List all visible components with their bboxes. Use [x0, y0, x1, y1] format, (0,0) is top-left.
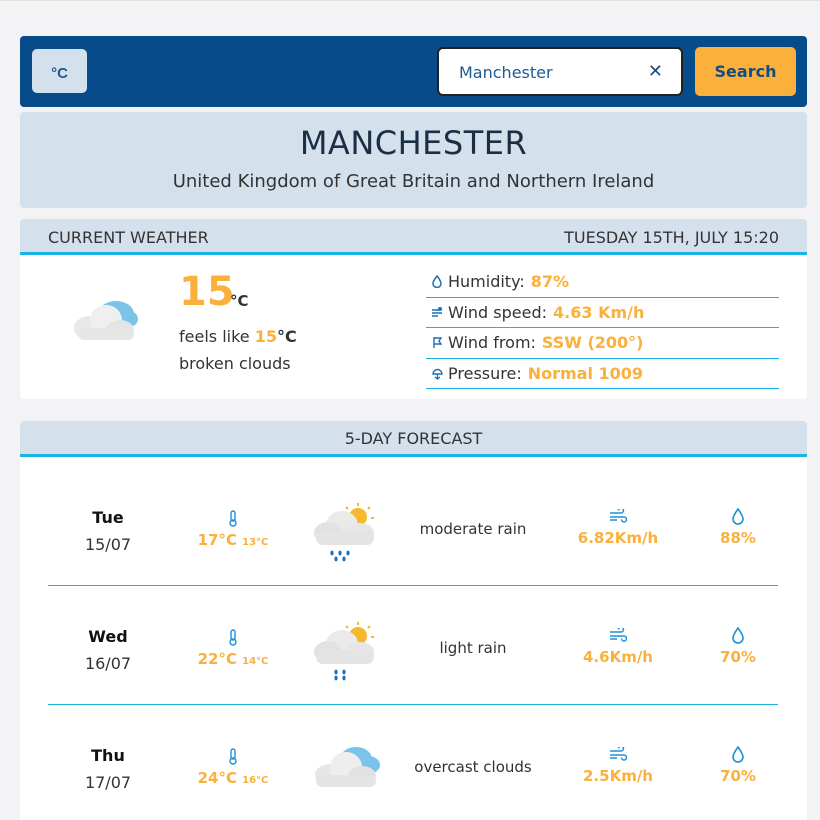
- forecast-date: 16/07: [84, 654, 132, 673]
- humidity-row: Humidity: 87%: [426, 267, 779, 298]
- wind-speed-label: Wind speed:: [448, 302, 548, 322]
- forecast-row: Thu 17/07 24°C 16°C overcast clouds 2.5K…: [48, 705, 778, 820]
- country-name: United Kingdom of Great Britain and Nort…: [172, 171, 655, 192]
- wind-direction-label: Wind from:: [448, 333, 536, 353]
- humidity-icon: [698, 507, 778, 528]
- wind-icon: [568, 626, 668, 647]
- forecast-wind: 4.6Km/h: [568, 626, 668, 666]
- forecast-humidity: 88%: [698, 507, 778, 547]
- forecast-low: 16°C: [242, 775, 269, 786]
- forecast-row: Wed 16/07 22°C 14°C light rain 4.6Km/h 7…: [48, 586, 778, 705]
- forecast-humidity: 70%: [698, 745, 778, 785]
- forecast-high: 24°C: [197, 769, 238, 787]
- humidity-icon: [428, 275, 446, 289]
- top-divider: [0, 0, 820, 1]
- forecast-wind-value: 6.82Km/h: [577, 529, 659, 547]
- feels-like-label: feels like: [179, 327, 255, 346]
- forecast-description: light rain: [439, 639, 507, 657]
- clear-icon[interactable]: ✕: [648, 61, 663, 82]
- forecast-description: moderate rain: [419, 520, 527, 538]
- wind-speed-row: Wind speed: 4.63 Km/h: [426, 298, 779, 328]
- current-weather-title: CURRENT WEATHER: [48, 228, 209, 247]
- rain-sun-cloud-icon: [314, 622, 374, 681]
- forecast-wind: 6.82Km/h: [568, 507, 668, 547]
- humidity-label: Humidity:: [448, 272, 525, 292]
- humidity-icon: [698, 745, 778, 766]
- search-input[interactable]: [459, 61, 639, 83]
- wind-direction-row: Wind from: SSW (200°): [426, 328, 779, 359]
- pressure-icon: [428, 367, 446, 380]
- forecast-humidity-value: 88%: [720, 529, 756, 547]
- current-weather-card: CURRENT WEATHER TUESDAY 15TH, JULY 15:20…: [20, 219, 807, 399]
- overcast-clouds-icon: [315, 747, 380, 787]
- weather-details: Humidity: 87% Wind speed: 4.63 Km/h Wind…: [426, 267, 779, 389]
- humidity-value: 87%: [530, 272, 570, 292]
- forecast-temperature: 17°C 13°C: [188, 510, 278, 549]
- forecast-high: 22°C: [197, 650, 238, 668]
- pressure-row: Pressure: Normal 1009: [426, 359, 779, 389]
- feels-like: feels like 15°C: [179, 327, 297, 346]
- pressure-label: Pressure:: [448, 363, 522, 383]
- forecast-low: 14°C: [242, 656, 269, 667]
- city-name: MANCHESTER: [299, 124, 528, 162]
- forecast-header: 5-DAY FORECAST: [20, 421, 807, 457]
- current-temperature: 15: [179, 269, 235, 315]
- forecast-row: Tue 15/07 17°C 13°C moderate rain 6.82Km…: [48, 467, 778, 586]
- wind-direction-value: SSW (200°): [541, 333, 644, 353]
- forecast-description: overcast clouds: [414, 758, 532, 776]
- forecast-humidity-value: 70%: [720, 767, 756, 785]
- rain-sun-cloud-icon: [314, 503, 374, 562]
- wind-icon: [568, 507, 668, 528]
- city-card: MANCHESTER United Kingdom of Great Brita…: [20, 112, 807, 208]
- pressure-value: Normal 1009: [527, 363, 644, 383]
- wind-icon: [568, 745, 668, 766]
- forecast-card: 5-DAY FORECAST Tue 15/07 17°C 13°C moder…: [20, 421, 807, 820]
- header-bar: °C ✕ Search: [20, 36, 807, 107]
- forecast-day-name: Tue: [92, 508, 124, 527]
- forecast-wind-value: 2.5Km/h: [583, 767, 653, 785]
- thermometer-icon: [188, 510, 278, 530]
- forecast-day-name: Thu: [91, 746, 125, 765]
- feels-like-value: 15: [254, 327, 277, 346]
- forecast-temperature: 22°C 14°C: [188, 629, 278, 668]
- forecast-low: 13°C: [242, 537, 269, 548]
- thermometer-icon: [188, 629, 278, 649]
- weather-description: broken clouds: [179, 354, 291, 373]
- forecast-day: Thu 17/07: [78, 746, 138, 792]
- search-button[interactable]: Search: [695, 47, 796, 96]
- wind-speed-value: 4.63 Km/h: [553, 302, 645, 322]
- forecast-date: 15/07: [84, 535, 132, 554]
- broken-clouds-icon: [74, 301, 138, 340]
- forecast-day: Tue 15/07: [78, 508, 138, 554]
- feels-like-unit: °C: [276, 327, 297, 346]
- humidity-icon: [698, 626, 778, 647]
- forecast-humidity-value: 70%: [720, 648, 756, 666]
- forecast-day-name: Wed: [88, 627, 128, 646]
- forecast-wind: 2.5Km/h: [568, 745, 668, 785]
- forecast-day: Wed 16/07: [78, 627, 138, 673]
- forecast-temperature: 24°C 16°C: [188, 748, 278, 787]
- current-weather-header: CURRENT WEATHER TUESDAY 15TH, JULY 15:20: [20, 219, 807, 255]
- forecast-wind-value: 4.6Km/h: [583, 648, 653, 666]
- wind-direction-icon: [428, 336, 446, 349]
- forecast-title: 5-DAY FORECAST: [344, 429, 483, 448]
- forecast-date: 17/07: [84, 773, 132, 792]
- thermometer-icon: [188, 748, 278, 768]
- current-datetime: TUESDAY 15TH, JULY 15:20: [564, 228, 779, 247]
- temperature-unit: °C: [230, 292, 249, 310]
- search-box[interactable]: ✕: [437, 47, 683, 96]
- unit-toggle-button[interactable]: °C: [32, 49, 87, 93]
- forecast-humidity: 70%: [698, 626, 778, 666]
- forecast-high: 17°C: [197, 531, 238, 549]
- wind-speed-icon: [428, 306, 446, 318]
